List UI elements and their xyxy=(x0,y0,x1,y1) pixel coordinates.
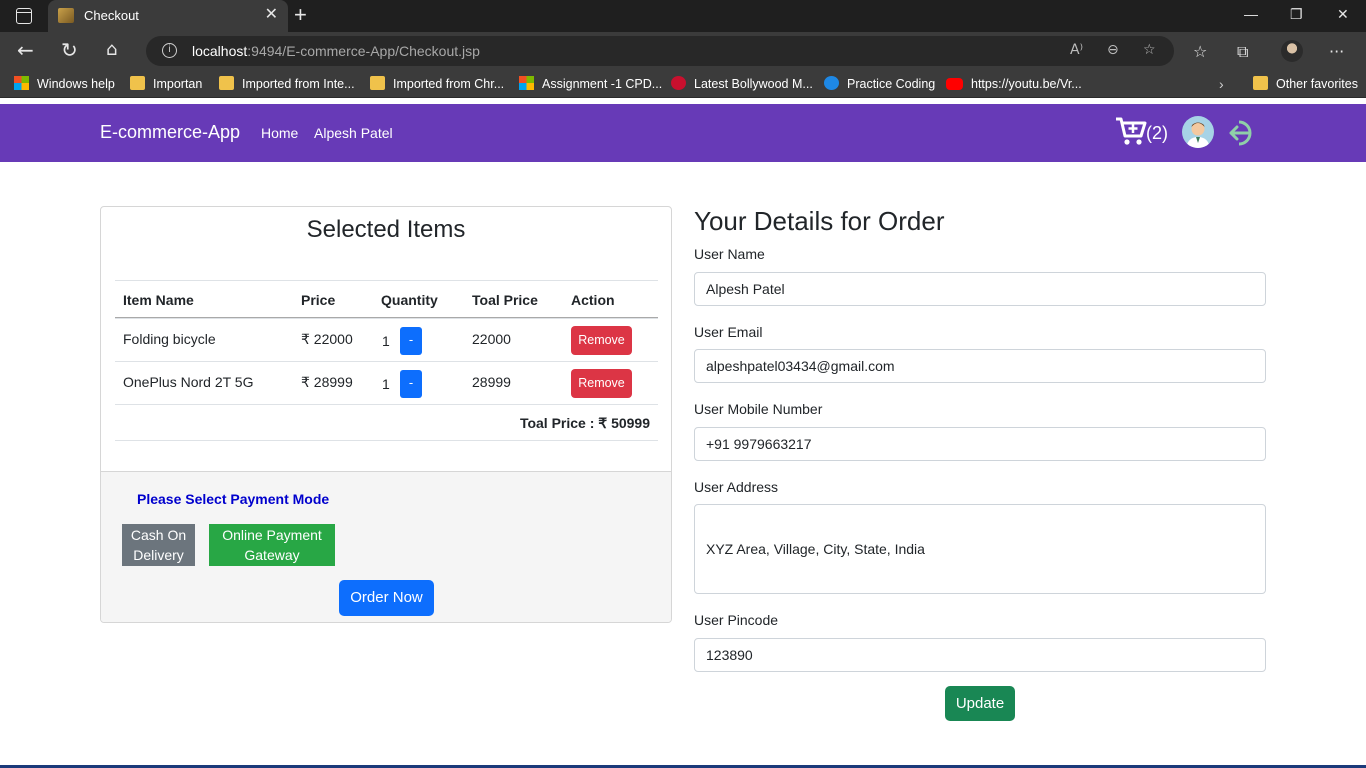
table-header-row: Item Name Price Quantity Toal Price Acti… xyxy=(115,280,658,318)
column-header: Price xyxy=(301,292,336,308)
item-name: Folding bicycle xyxy=(123,331,216,347)
profile-avatar[interactable] xyxy=(1281,40,1303,62)
tab-checkout[interactable]: Checkout ✕ xyxy=(48,0,288,32)
logout-icon[interactable] xyxy=(1227,118,1261,148)
back-arrow-icon[interactable]: ← xyxy=(17,39,34,61)
windows-icon xyxy=(14,76,29,90)
read-aloud-icon[interactable]: A⁾ xyxy=(1070,42,1083,58)
order-now-button[interactable]: Order Now xyxy=(339,580,434,616)
decrease-quantity-button[interactable]: - xyxy=(400,327,422,355)
grand-total: Toal Price : ₹ 50999 xyxy=(519,415,650,431)
bookmark-item[interactable]: Other favorites xyxy=(1253,76,1358,92)
cart-count: (2) xyxy=(1146,123,1168,143)
user-mobile-label: User Mobile Number xyxy=(694,401,823,417)
selected-items-title: Selected Items xyxy=(306,216,466,243)
user-name-field[interactable]: Alpesh Patel xyxy=(694,272,1266,306)
brand-link[interactable]: E-commerce-App xyxy=(100,122,240,143)
selected-items-card: Selected Items Item Name Price Quantity … xyxy=(100,206,672,623)
chevron-right-icon[interactable]: › xyxy=(1219,76,1224,92)
item-price: ₹ 22000 xyxy=(301,331,353,347)
user-email-label: User Email xyxy=(694,324,763,340)
bookmark-item[interactable]: Windows help xyxy=(14,76,115,92)
tab-actions-icon[interactable] xyxy=(16,8,32,24)
item-name: OnePlus Nord 2T 5G xyxy=(123,374,254,390)
tab-close-icon[interactable]: ✕ xyxy=(265,6,278,24)
nav-home-link[interactable]: Home xyxy=(261,125,298,141)
user-pincode-label: User Pincode xyxy=(694,612,779,628)
total-row: Toal Price : ₹ 50999 xyxy=(115,404,658,441)
refresh-icon[interactable]: ↻ xyxy=(61,39,78,61)
details-title: Your Details for Order xyxy=(694,206,945,236)
favorites-icon[interactable]: ☆ xyxy=(1193,42,1207,61)
bookmark-item[interactable]: Practice Coding xyxy=(824,76,935,92)
column-header: Item Name xyxy=(123,292,194,308)
home-icon[interactable]: ⌂ xyxy=(106,39,117,61)
zoom-icon[interactable]: ⊖ xyxy=(1107,42,1119,58)
cart-table: Item Name Price Quantity Toal Price Acti… xyxy=(115,280,658,441)
cash-on-delivery-button[interactable]: Cash On Delivery xyxy=(122,524,195,566)
table-row: Folding bicycle ₹ 22000 1 - 22000 Remove xyxy=(115,318,658,361)
windows-icon xyxy=(519,76,534,90)
site-info-icon[interactable]: i xyxy=(162,43,177,58)
remove-button[interactable]: Remove xyxy=(571,326,632,355)
user-name-label: User Name xyxy=(694,246,765,262)
cart-plus-icon xyxy=(1116,117,1147,145)
user-address-field[interactable]: XYZ Area, Village, City, State, India xyxy=(694,504,1266,594)
bookmark-item[interactable]: Importan xyxy=(130,76,202,92)
update-button[interactable]: Update xyxy=(945,686,1015,721)
bookmarks-bar: Windows help Importan Imported from Inte… xyxy=(0,70,1366,98)
online-payment-button[interactable]: Online Payment Gateway xyxy=(209,524,335,566)
bookmark-item[interactable]: Imported from Chr... xyxy=(370,76,504,92)
user-address-label: User Address xyxy=(694,479,779,495)
decrease-quantity-button[interactable]: - xyxy=(400,370,422,398)
column-header: Action xyxy=(571,292,615,308)
nav-user-link[interactable]: Alpesh Patel xyxy=(314,125,393,141)
bookmark-item[interactable]: Latest Bollywood M... xyxy=(671,76,813,92)
item-price: ₹ 28999 xyxy=(301,374,353,390)
remove-button[interactable]: Remove xyxy=(571,369,632,398)
cod-label-line2: Delivery xyxy=(133,547,184,563)
user-avatar-icon[interactable] xyxy=(1182,116,1214,148)
item-total: 22000 xyxy=(472,331,511,347)
add-favorite-icon[interactable]: ☆ xyxy=(1143,42,1156,58)
online-label-line1: Online Payment xyxy=(222,527,322,543)
minimize-button[interactable]: — xyxy=(1244,6,1258,22)
tab-title: Checkout xyxy=(84,8,139,23)
user-mobile-field[interactable]: +91 9979663217 xyxy=(694,427,1266,461)
payment-mode-title: Please Select Payment Mode xyxy=(137,491,330,507)
table-row: OnePlus Nord 2T 5G ₹ 28999 1 - 28999 Rem… xyxy=(115,361,658,404)
url-text[interactable]: localhost:9494/E-commerce-App/Checkout.j… xyxy=(192,43,480,59)
bookmark-item[interactable]: https://youtu.be/Vr... xyxy=(946,76,1082,92)
close-window-button[interactable]: ✕ xyxy=(1337,6,1349,23)
address-bar[interactable]: i localhost:9494/E-commerce-App/Checkout… xyxy=(146,36,1174,66)
browser-tab-bar: Checkout ✕ + — ❐ ✕ xyxy=(0,0,1366,32)
pb-icon xyxy=(824,76,839,90)
user-email-field[interactable]: alpeshpatel03434@gmail.com xyxy=(694,349,1266,383)
payment-section: Please Select Payment Mode Cash On Deliv… xyxy=(101,471,671,622)
site-favicon-icon xyxy=(58,8,74,23)
bookmark-item[interactable]: Assignment -1 CPD... xyxy=(519,76,662,92)
folder-icon xyxy=(370,76,385,90)
user-pincode-field[interactable]: 123890 xyxy=(694,638,1266,672)
column-header: Toal Price xyxy=(472,292,538,308)
folder-icon xyxy=(130,76,145,90)
cod-label-line1: Cash On xyxy=(130,527,187,543)
folder-icon xyxy=(1253,76,1268,90)
new-tab-button[interactable]: + xyxy=(294,3,307,27)
item-total: 28999 xyxy=(472,374,511,390)
cart-button[interactable]: (2) xyxy=(1115,116,1175,150)
column-header: Quantity xyxy=(381,292,438,308)
bookmark-item[interactable]: Imported from Inte... xyxy=(219,76,355,92)
more-options-icon[interactable]: ··· xyxy=(1329,42,1344,61)
item-quantity: 1 xyxy=(382,376,390,392)
m-icon xyxy=(671,76,686,90)
folder-icon xyxy=(219,76,234,90)
youtube-icon xyxy=(946,78,963,90)
site-navbar: E-commerce-App Home Alpesh Patel (2) xyxy=(0,104,1366,162)
online-label-line2: Gateway xyxy=(244,547,300,563)
restore-button[interactable]: ❐ xyxy=(1290,6,1303,23)
item-quantity: 1 xyxy=(382,333,390,349)
collections-icon[interactable]: ⧉ xyxy=(1237,42,1248,62)
